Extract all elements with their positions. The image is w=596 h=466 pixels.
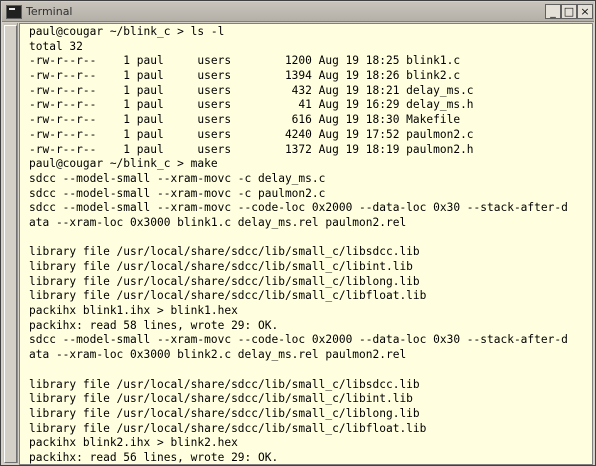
maximize-button[interactable]: □ <box>561 4 577 19</box>
terminal-line: paul@cougar ~/blink_c > ls -l <box>29 25 225 38</box>
terminal-line: -rw-r--r-- 1 paul users 4240 Aug 19 17:5… <box>29 127 474 141</box>
terminal-line: sdcc --model-small --xram-movc --code-lo… <box>29 201 568 215</box>
terminal-line: -rw-r--r-- 1 paul users 41 Aug 19 16:29 … <box>29 98 474 112</box>
terminal-line: total 32 <box>29 39 83 53</box>
terminal-line: -rw-r--r-- 1 paul users 616 Aug 19 18:30… <box>29 113 461 127</box>
terminal-line: library file /usr/local/share/sdcc/lib/s… <box>29 274 420 288</box>
close-button[interactable]: × <box>577 4 593 19</box>
terminal-line: packihx: read 56 lines, wrote 29: OK. <box>29 450 279 464</box>
window-title: Terminal <box>26 5 73 18</box>
terminal-line: paul@cougar ~/blink_c > make <box>29 157 218 171</box>
terminal-window: Terminal _ □ × paul@cougar ~/blink_c > l… <box>0 0 596 466</box>
vertical-scrollbar[interactable] <box>3 23 18 463</box>
terminal-line: library file /usr/local/share/sdcc/lib/s… <box>29 289 427 303</box>
terminal-line: library file /usr/local/share/sdcc/lib/s… <box>29 421 427 435</box>
terminal-line: library file /usr/local/share/sdcc/lib/s… <box>29 392 413 406</box>
terminal-output[interactable]: paul@cougar ~/blink_c > ls -l total 32 -rw… <box>19 23 593 465</box>
terminal-line: sdcc --model-small --xram-movc --code-lo… <box>29 333 568 347</box>
terminal-line: packihx blink2.ihx > blink2.hex <box>29 436 238 450</box>
terminal-line: -rw-r--r-- 1 paul users 1394 Aug 19 18:2… <box>29 69 461 83</box>
terminal-line: -rw-r--r-- 1 paul users 1372 Aug 19 18:1… <box>29 142 474 156</box>
terminal-line: library file /usr/local/share/sdcc/lib/s… <box>29 260 413 273</box>
terminal-line: sdcc --model-small --xram-movc -c paulmo… <box>29 186 326 200</box>
minimize-button[interactable]: _ <box>545 4 561 19</box>
terminal-line: -rw-r--r-- 1 paul users 1200 Aug 19 18:2… <box>29 54 461 68</box>
terminal-line: -rw-r--r-- 1 paul users 432 Aug 19 18:21… <box>29 83 474 97</box>
title-bar[interactable]: Terminal _ □ × <box>2 2 594 22</box>
terminal-lines: paul@cougar ~/blink_c > ls -l total 32 -rw… <box>29 25 592 464</box>
terminal-line: packihx blink1.ihx > blink1.hex <box>29 304 238 318</box>
terminal-line: ata --xram-loc 0x3000 blink1.c delay_ms.… <box>29 215 407 229</box>
scrollbar-thumb[interactable] <box>4 25 17 463</box>
terminal-line: library file /usr/local/share/sdcc/lib/s… <box>29 245 420 259</box>
terminal-icon[interactable] <box>6 5 22 19</box>
terminal-line: packihx: read 58 lines, wrote 29: OK. <box>29 318 279 332</box>
terminal-line: library file /usr/local/share/sdcc/lib/s… <box>29 377 420 391</box>
terminal-line: library file /usr/local/share/sdcc/lib/s… <box>29 406 420 420</box>
terminal-line: sdcc --model-small --xram-movc -c delay_… <box>29 171 326 185</box>
terminal-line: ata --xram-loc 0x3000 blink2.c delay_ms.… <box>29 348 407 362</box>
